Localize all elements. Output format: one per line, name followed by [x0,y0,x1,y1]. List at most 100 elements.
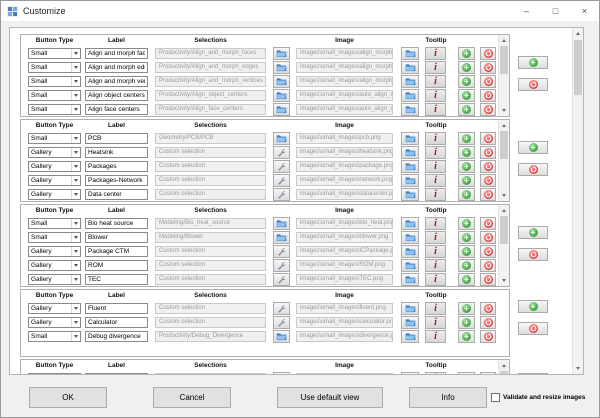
tooltip-info-button[interactable]: i [425,231,446,244]
remove-image-button[interactable] [480,259,496,272]
add-row-button[interactable]: + [518,56,548,69]
close-button[interactable]: × [570,1,599,21]
button-type-select[interactable]: Small [28,48,81,59]
button-type-select[interactable]: Small [28,331,81,342]
browse-image-button[interactable] [401,372,419,375]
browse-image-button[interactable] [401,188,419,201]
label-input[interactable] [85,232,148,243]
remove-image-button[interactable] [480,47,496,60]
add-image-button[interactable]: + [458,372,475,375]
button-type-select[interactable]: Gallery [28,317,81,328]
browse-image-button[interactable] [401,245,419,258]
panel-scrollbar[interactable] [572,28,583,374]
scroll-down-icon[interactable] [499,190,509,201]
button-type-select[interactable]: Gallery [28,260,81,271]
tooltip-info-button[interactable]: i [425,259,446,272]
scroll-thumb[interactable] [500,371,508,375]
tooltip-info-button[interactable]: i [425,75,446,88]
browse-image-button[interactable] [401,103,419,116]
remove-row-button[interactable] [518,322,548,335]
add-row-button[interactable]: + [518,226,548,239]
label-input[interactable] [85,48,148,59]
custom-selection-button[interactable] [273,146,290,159]
remove-image-button[interactable] [480,188,496,201]
tooltip-info-button[interactable]: i [425,273,446,286]
remove-image-button[interactable] [480,273,496,286]
browse-image-button[interactable] [401,61,419,74]
add-image-button[interactable]: + [458,273,475,286]
browse-image-button[interactable] [401,231,419,244]
tooltip-info-button[interactable]: i [425,174,446,187]
custom-selection-button[interactable] [273,259,290,272]
browse-image-button[interactable] [401,89,419,102]
remove-image-button[interactable] [480,132,496,145]
scroll-up-icon[interactable] [499,35,509,46]
tooltip-info-button[interactable]: i [425,160,446,173]
label-input[interactable] [85,218,148,229]
button-type-select[interactable]: Small [28,232,81,243]
remove-image-button[interactable] [480,302,496,315]
label-input[interactable] [85,189,148,200]
label-input[interactable] [85,62,148,73]
custom-selection-button[interactable] [273,245,290,258]
browse-image-button[interactable] [401,259,419,272]
label-input[interactable] [85,274,148,285]
button-type-select[interactable]: Small [28,90,81,101]
label-input[interactable] [85,147,148,158]
add-image-button[interactable]: + [458,132,475,145]
add-image-button[interactable]: + [458,231,475,244]
label-input[interactable] [85,76,148,87]
button-type-select[interactable]: Small [28,218,81,229]
remove-row-button[interactable] [518,78,548,91]
info-button[interactable]: Info [409,387,487,408]
tooltip-info-button[interactable]: i [425,217,446,230]
scroll-thumb[interactable] [574,40,582,95]
tooltip-info-button[interactable]: i [425,188,446,201]
add-image-button[interactable]: + [458,330,475,343]
add-image-button[interactable]: + [458,188,475,201]
ok-button[interactable]: OK [29,387,107,408]
tooltip-info-button[interactable]: i [425,245,446,258]
scroll-down-icon[interactable] [499,275,509,286]
scroll-up-icon[interactable] [499,205,509,216]
tooltip-info-button[interactable]: i [425,103,446,116]
tooltip-info-button[interactable]: i [425,302,446,315]
tooltip-info-button[interactable]: i [425,89,446,102]
add-row-button[interactable]: + [518,141,548,154]
custom-selection-button[interactable] [273,273,290,286]
label-input[interactable] [85,331,148,342]
remove-image-button[interactable] [480,174,496,187]
button-type-select[interactable]: Gallery [28,175,81,186]
remove-image-button[interactable] [480,217,496,230]
browse-image-button[interactable] [401,330,419,343]
remove-row-button[interactable] [518,163,548,176]
add-image-button[interactable]: + [458,89,475,102]
browse-selection-button[interactable] [273,132,290,145]
add-image-button[interactable]: + [458,217,475,230]
browse-selection-button[interactable] [273,47,290,60]
button-type-select[interactable]: Gallery [28,147,81,158]
browse-selection-button[interactable] [273,75,290,88]
browse-image-button[interactable] [401,132,419,145]
browse-selection-button[interactable] [273,217,290,230]
add-image-button[interactable]: + [458,61,475,74]
label-input[interactable] [85,175,148,186]
scroll-thumb[interactable] [500,46,508,74]
label-input[interactable] [85,317,148,328]
remove-image-button[interactable] [480,89,496,102]
add-image-button[interactable]: + [458,245,475,258]
tooltip-info-button[interactable]: i [425,372,446,375]
add-image-button[interactable]: + [458,316,475,329]
minimize-button[interactable]: – [512,1,541,21]
tooltip-info-button[interactable]: i [425,146,446,159]
scroll-thumb[interactable] [500,216,508,244]
group-scrollbar[interactable] [498,120,509,201]
custom-selection-button[interactable] [273,188,290,201]
scroll-down-icon[interactable] [573,363,583,374]
label-input[interactable] [85,373,148,375]
custom-selection-button[interactable] [273,316,290,329]
label-input[interactable] [85,161,148,172]
button-type-select[interactable]: Small [28,62,81,73]
group-scrollbar[interactable] [498,360,509,375]
add-row-button[interactable]: + [518,373,548,375]
